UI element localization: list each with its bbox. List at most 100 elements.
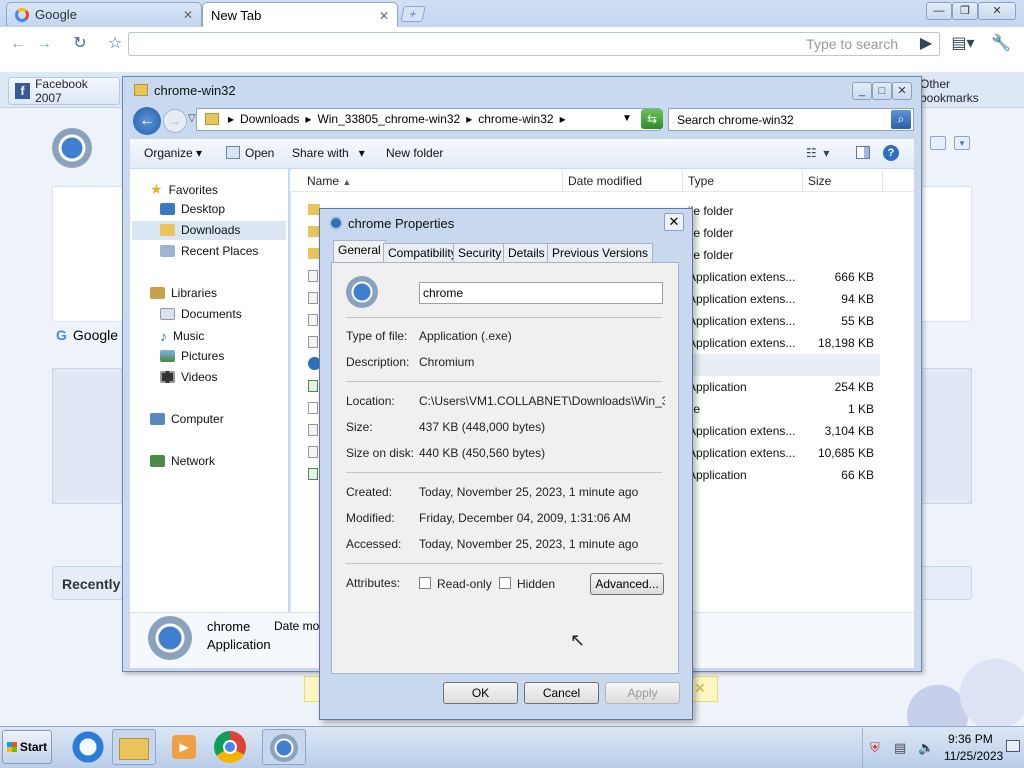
nav-videos[interactable]: Videos — [160, 370, 217, 384]
breadcrumb-separator-icon[interactable]: ▸ — [305, 112, 311, 126]
chromium-taskbar-button[interactable] — [262, 729, 306, 765]
change-view-icon[interactable]: ☷ ▾ — [806, 146, 829, 160]
column-name[interactable]: Name ▲ — [307, 174, 351, 188]
column-divider[interactable] — [682, 170, 683, 192]
minimize-window-button[interactable]: — — [926, 2, 952, 20]
network-tray-icon[interactable]: ▤ — [894, 740, 906, 756]
explorer-search-input[interactable]: Search chrome-win32 — [668, 108, 914, 131]
new-folder-button[interactable]: New folder — [386, 146, 443, 160]
refresh-icon[interactable]: ⇆ — [641, 109, 663, 129]
column-divider[interactable] — [882, 170, 883, 192]
google-thumbnail-label[interactable]: G Google — [56, 327, 118, 343]
nav-recent-places[interactable]: Recent Places — [160, 244, 258, 258]
media-player-icon[interactable]: ▶ — [162, 729, 206, 765]
start-button[interactable]: Start — [2, 730, 52, 764]
ok-button[interactable]: OK — [443, 682, 518, 704]
close-notification-icon[interactable]: ✕ — [694, 680, 706, 697]
preview-pane-icon[interactable] — [856, 146, 870, 159]
close-tab-icon[interactable]: ✕ — [379, 9, 389, 23]
chrome-taskbar-icon[interactable] — [214, 731, 246, 763]
recent-pages-dropdown-icon[interactable]: ▽ — [188, 113, 196, 124]
breadcrumb-downloads[interactable]: Downloads — [240, 112, 299, 126]
file-type[interactable]: Application extens... — [688, 446, 795, 460]
explorer-maximize-button[interactable]: □ — [872, 82, 892, 100]
breadcrumb-chrome-win32[interactable]: chrome-win32 — [478, 112, 553, 126]
apply-button[interactable]: Apply — [605, 682, 680, 704]
file-type[interactable]: Application extens... — [688, 336, 795, 350]
column-size[interactable]: Size — [808, 174, 831, 188]
nav-documents[interactable]: Documents — [160, 307, 242, 321]
wrench-menu-icon[interactable]: 🔧 — [986, 33, 1016, 55]
column-date-modified[interactable]: Date modified — [568, 174, 642, 188]
star-icon[interactable]: ☆ — [103, 33, 127, 55]
read-only-checkbox[interactable] — [419, 577, 431, 589]
nav-music[interactable]: ♪ Music — [160, 328, 204, 344]
cancel-button[interactable]: Cancel — [524, 682, 599, 704]
reload-icon[interactable]: ↻ — [68, 33, 92, 55]
show-desktop-button[interactable] — [1006, 740, 1020, 752]
file-name-field[interactable]: chrome — [419, 282, 663, 304]
tab-previous-versions[interactable]: Previous Versions — [547, 243, 654, 263]
nav-desktop[interactable]: Desktop — [160, 202, 225, 216]
file-type[interactable]: Application extens... — [688, 292, 795, 306]
volume-muted-icon[interactable]: 🔈 — [918, 740, 934, 756]
nav-libraries[interactable]: Libraries — [150, 286, 217, 300]
tab-google[interactable]: Google ✕ — [6, 2, 202, 26]
clock-time[interactable]: 9:36 PM — [948, 732, 993, 746]
bookmark-facebook[interactable]: f Facebook 2007 — [8, 77, 120, 105]
open-button[interactable]: Open — [245, 146, 274, 160]
tab-general[interactable]: General — [333, 240, 386, 263]
file-type[interactable]: Application extens... — [688, 424, 795, 438]
tab-details[interactable]: Details — [503, 243, 550, 263]
forward-arrow-icon[interactable]: → — [32, 33, 56, 55]
advanced-button[interactable]: Advanced... — [590, 573, 664, 595]
close-tab-icon[interactable]: ✕ — [183, 8, 193, 22]
forward-arrow-icon[interactable]: → — [163, 109, 187, 133]
bookmark-other[interactable]: Other bookmarks — [914, 77, 1018, 105]
file-type[interactable]: Application extens... — [688, 314, 795, 328]
tab-compatibility[interactable]: Compatibility — [383, 243, 462, 263]
explorer-close-button[interactable]: ✕ — [892, 82, 912, 100]
go-arrow-icon[interactable]: ▶ — [914, 33, 938, 55]
nav-computer[interactable]: Computer — [150, 412, 224, 426]
back-arrow-icon[interactable]: ← — [133, 107, 161, 135]
new-tab-button[interactable]: + — [400, 6, 426, 22]
dialog-close-button[interactable]: ✕ — [664, 213, 684, 231]
file-type[interactable]: Application — [688, 468, 747, 482]
share-with-button[interactable]: Share with ▾ — [292, 146, 365, 160]
column-type[interactable]: Type — [688, 174, 714, 188]
nav-downloads[interactable]: Downloads — [160, 223, 240, 237]
tab-security[interactable]: Security — [453, 243, 507, 263]
file-type[interactable]: ile folder — [688, 204, 733, 218]
back-arrow-icon[interactable]: ← — [6, 33, 30, 55]
hidden-checkbox[interactable] — [499, 577, 511, 589]
address-dropdown-icon[interactable]: ▼ — [622, 113, 632, 124]
breadcrumb-separator-icon[interactable]: ▸ — [228, 112, 234, 126]
tab-new-tab[interactable]: New Tab ✕ — [202, 2, 398, 28]
file-type[interactable]: ile folder — [688, 248, 733, 262]
search-icon[interactable]: ⌕ — [891, 110, 911, 129]
organize-button[interactable]: Organize ▾ — [144, 146, 202, 160]
nav-network[interactable]: Network — [150, 454, 215, 468]
nav-pictures[interactable]: Pictures — [160, 349, 224, 363]
internet-explorer-icon[interactable] — [66, 729, 110, 765]
clock-date[interactable]: 11/25/2023 — [944, 749, 1003, 763]
help-icon[interactable]: ? — [883, 145, 899, 161]
breadcrumb-separator-icon[interactable]: ▸ — [466, 112, 472, 126]
nav-favorites[interactable]: ★ Favorites — [150, 181, 218, 198]
breadcrumb-win-folder[interactable]: Win_33805_chrome-win32 — [317, 112, 460, 126]
file-type[interactable]: ile folder — [688, 226, 733, 240]
file-type[interactable]: Application extens... — [688, 270, 795, 284]
page-menu-icon[interactable]: ▤▾ — [948, 33, 978, 55]
dropdown-menu-icon[interactable]: ▾ — [954, 136, 970, 150]
column-divider[interactable] — [562, 170, 563, 192]
explorer-taskbar-button[interactable] — [112, 729, 156, 765]
list-view-icon[interactable] — [930, 136, 946, 150]
breadcrumb-separator-icon[interactable]: ▸ — [560, 112, 566, 126]
close-window-button[interactable]: ✕ — [978, 2, 1016, 20]
restore-window-button[interactable]: ❐ — [952, 2, 978, 20]
explorer-minimize-button[interactable]: _ — [852, 82, 872, 100]
security-alert-icon[interactable]: ⛨ — [870, 740, 880, 756]
file-type[interactable]: Application — [688, 380, 747, 394]
column-divider[interactable] — [802, 170, 803, 192]
